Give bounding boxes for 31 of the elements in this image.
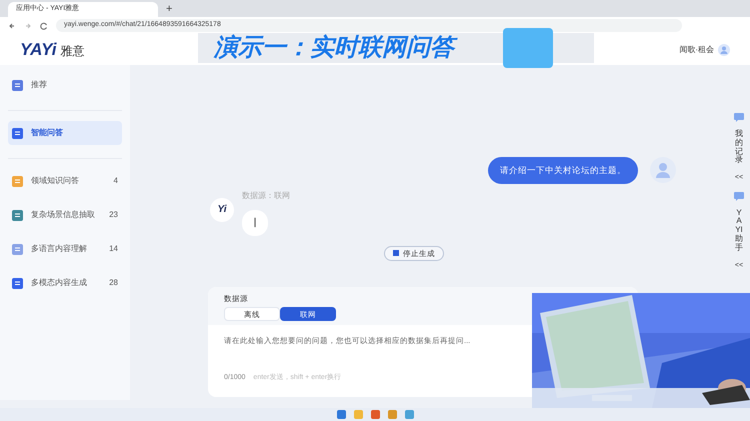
bot-avatar: Yi [210,198,234,222]
user-message: 请介绍一下中关村论坛的主题。 [488,157,638,184]
sidebar-item[interactable]: 多语言内容理解 14 [8,237,122,261]
category-icon [12,210,23,220]
category-icon [12,80,23,90]
reload-icon[interactable] [40,22,48,30]
new-tab-button[interactable]: + [166,2,172,17]
chat-bubble-icon[interactable] [734,113,744,122]
rail-label[interactable]: YAYI助手 [735,208,743,253]
banner-block [503,28,553,68]
source-label: 数据源：联网 [242,190,290,202]
chat-bubble-icon[interactable] [734,192,744,201]
demo-banner-title: 演示一：实时联网问答 [198,30,503,66]
category-icon [12,278,23,288]
back-icon[interactable] [8,22,16,30]
forward-icon[interactable] [24,22,32,30]
sidebar-item[interactable]: 多模态内容生成 28 [8,271,122,295]
sidebar-item[interactable]: 领域知识问答 4 [8,169,122,193]
category-icon [12,176,23,186]
rail-label[interactable]: 我的记录 [735,130,743,166]
sidebar-item[interactable]: 智能问答 [8,121,122,145]
typing-bubble: | [242,210,268,236]
user-avatar-icon [650,157,676,184]
sidebar-item[interactable]: 复杂场景信息抽取 23 [8,203,122,227]
category-icon [12,244,23,254]
avatar-icon[interactable] [718,44,730,56]
logo-text: 雅意 [60,42,85,60]
user-name[interactable]: 闻歌·租会 [679,44,714,56]
logo-wordmark: YAYi [20,38,57,61]
sidebar-item[interactable]: 推荐 [8,73,122,97]
category-icon [12,128,23,138]
